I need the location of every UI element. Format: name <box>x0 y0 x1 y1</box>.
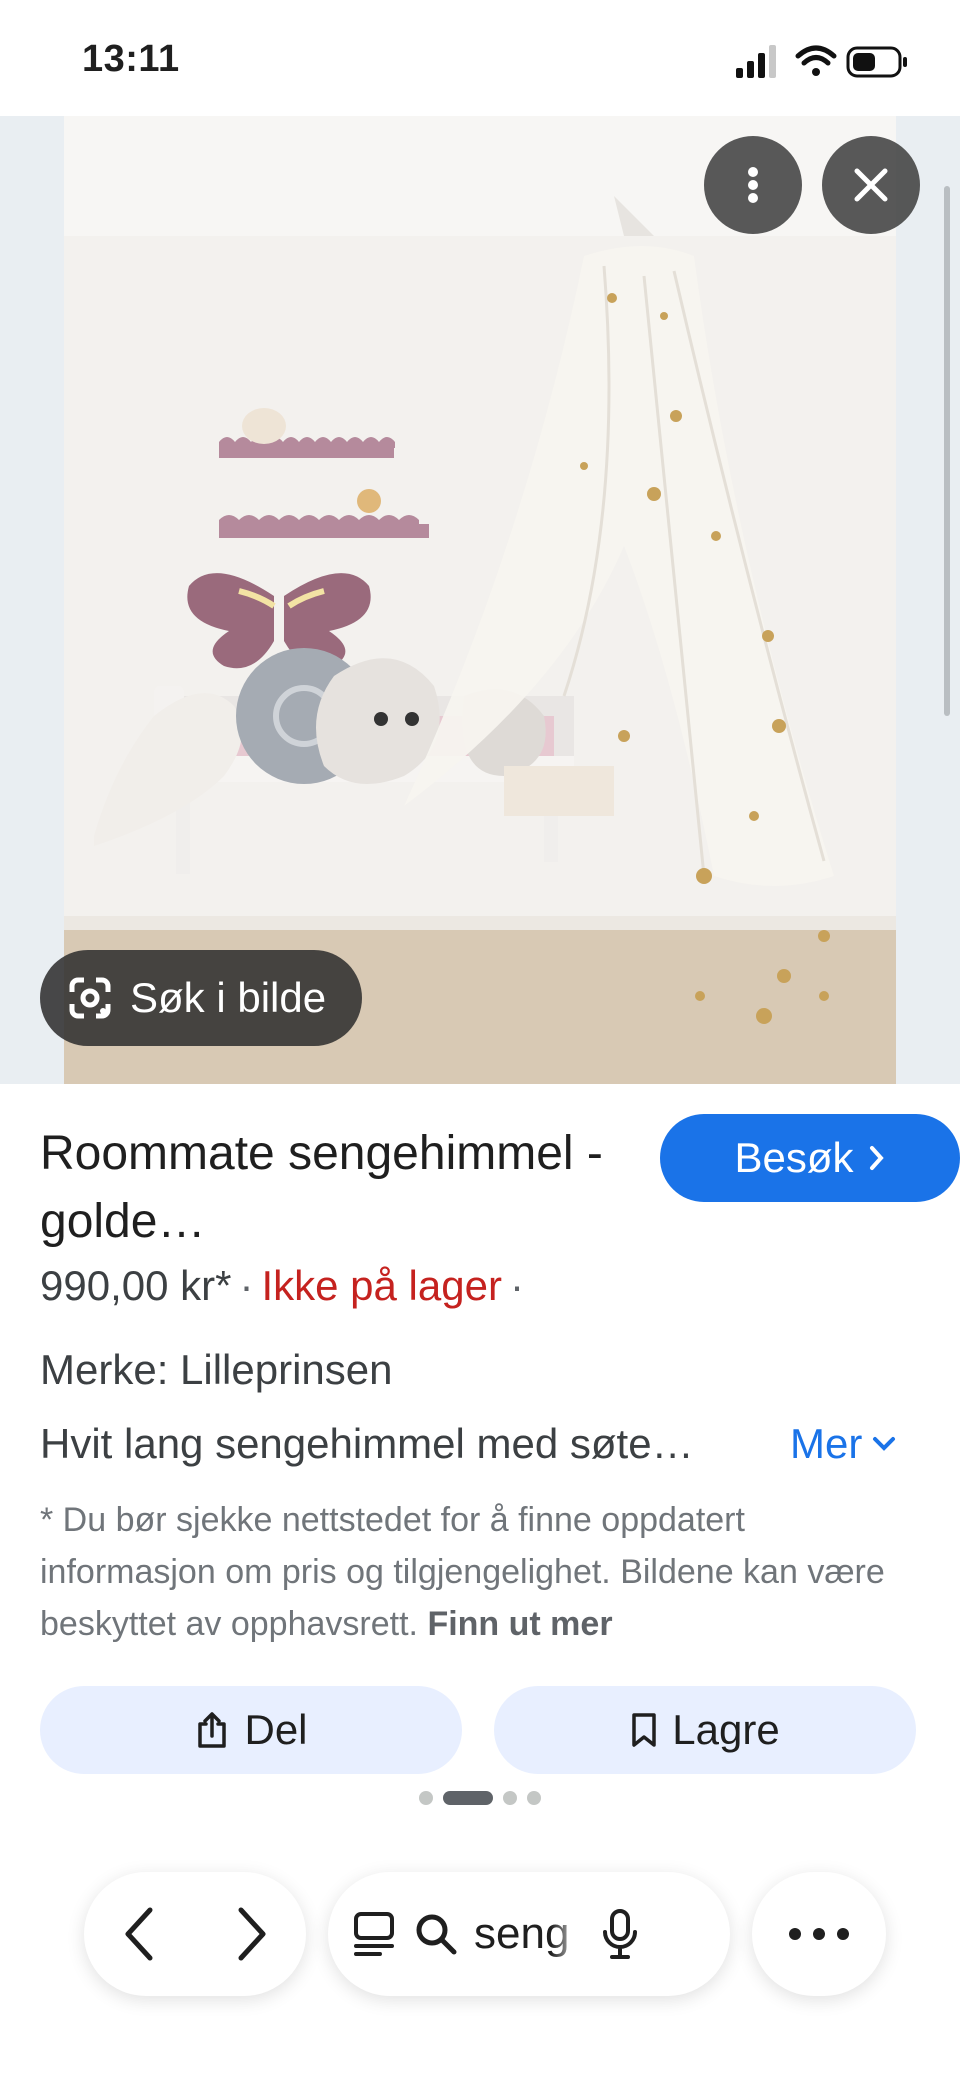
save-button[interactable]: Lagre <box>494 1686 916 1774</box>
menu-pill[interactable] <box>752 1872 886 1996</box>
share-button[interactable]: Del <box>40 1686 462 1774</box>
status-bar: 13:11 <box>0 0 960 116</box>
page-dot[interactable] <box>503 1791 517 1805</box>
separator-dot: · <box>509 1262 524 1309</box>
description-row: Hvit lang sengehimmel med søte… Mer <box>40 1420 920 1476</box>
wifi-icon <box>795 45 837 76</box>
navigation-pill <box>84 1872 306 1996</box>
chevron-down-icon <box>873 1437 896 1451</box>
availability-status: Ikke på lager <box>261 1262 502 1309</box>
close-button[interactable] <box>822 136 920 234</box>
forward-icon <box>238 1907 265 1961</box>
share-label: Del <box>244 1706 308 1753</box>
search-icon <box>416 1914 457 1955</box>
search-in-image-button[interactable]: Søk i bilde <box>40 950 363 1046</box>
bookmark-icon <box>632 1713 657 1747</box>
brand: Merke: Lilleprinsen <box>40 1346 393 1393</box>
address-search-pill[interactable]: seng <box>328 1872 730 1996</box>
status-icons <box>736 42 916 82</box>
visit-label: Besøk <box>734 1134 854 1181</box>
browser-toolbar: seng <box>0 1850 960 2078</box>
more-horizontal-icon <box>789 1928 849 1940</box>
product-photo[interactable] <box>64 116 896 1084</box>
more-vertical-icon <box>748 167 758 203</box>
description: Hvit lang sengehimmel med søte… <box>40 1420 694 1467</box>
more-button[interactable]: Mer <box>790 1420 896 1468</box>
visit-button[interactable]: Besøk <box>660 1114 960 1202</box>
price: 990,00 kr* <box>40 1262 232 1309</box>
forward-button[interactable] <box>211 1894 291 1974</box>
image-viewer: Søk i bilde <box>0 116 960 1084</box>
close-icon <box>854 168 888 202</box>
share-icon <box>198 1712 227 1748</box>
cellular-signal-icon <box>736 45 776 78</box>
save-label: Lagre <box>672 1706 780 1753</box>
learn-more-link[interactable]: Finn ut mer <box>427 1605 612 1643</box>
more-label: Mer <box>790 1420 863 1467</box>
search-query[interactable]: seng <box>474 1909 584 1959</box>
battery-icon <box>846 46 907 78</box>
scrollbar[interactable] <box>944 186 950 716</box>
chevron-right-icon <box>869 1146 884 1170</box>
product-title[interactable]: Roommate sengehimmel - golde… <box>40 1120 640 1256</box>
disclaimer: * Du bør sjekke nettstedet for å finne o… <box>40 1494 920 1650</box>
page-dot[interactable] <box>527 1791 541 1805</box>
more-options-button[interactable] <box>704 136 802 234</box>
search-in-image-label: Søk i bilde <box>130 974 327 1021</box>
price-row: 990,00 kr* · Ikke på lager · <box>40 1262 532 1310</box>
page-dot[interactable] <box>419 1791 433 1805</box>
lens-camera-icon <box>69 977 111 1019</box>
page-indicator <box>0 1790 960 1806</box>
separator-dot: · <box>239 1262 254 1309</box>
microphone-icon[interactable] <box>600 1908 640 1960</box>
back-icon <box>125 1907 152 1961</box>
tabs-icon[interactable] <box>350 1910 398 1958</box>
back-button[interactable] <box>100 1894 180 1974</box>
page-dot-active[interactable] <box>443 1791 493 1805</box>
status-time: 13:11 <box>82 38 180 80</box>
